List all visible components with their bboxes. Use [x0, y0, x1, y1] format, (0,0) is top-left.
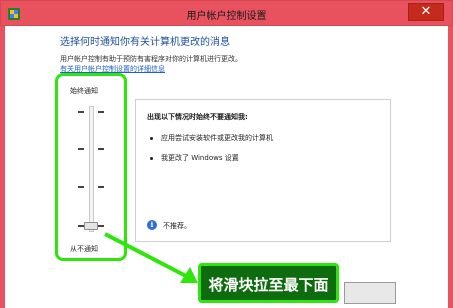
panel-title: 出现以下情况时始终不要通知我:: [147, 113, 248, 121]
window-title: 用户帐户控制设置: [186, 11, 267, 22]
window-border-right: [448, 26, 453, 308]
info-icon: i: [147, 220, 157, 230]
window-border-left: [0, 26, 5, 308]
setting-description-panel: 出现以下情况时始终不要通知我: 应用尝试安装软件或更改我的计算机 我更改了 Wi…: [135, 99, 391, 242]
panel-bullet-1: 应用尝试安装软件或更改我的计算机: [150, 133, 273, 143]
bullet-dot-icon: [150, 136, 153, 140]
bullet-text: 我更改了 Windows 设置: [161, 154, 239, 162]
bullet-text: 应用尝试安装软件或更改我的计算机: [161, 134, 273, 142]
slider-highlight-box: [55, 73, 127, 261]
page-heading: 选择何时通知你有关计算机更改的消息: [60, 37, 230, 48]
panel-bullet-2: 我更改了 Windows 设置: [150, 153, 239, 163]
not-recommended-text: 不推荐。: [163, 222, 191, 230]
ok-button[interactable]: [344, 282, 396, 304]
description-text: 用户帐户控制有助于预防有害程序对你的计算机进行更改。: [60, 55, 242, 63]
annotation-callout: 将滑块拉至最下面: [198, 263, 339, 303]
title-bar: 用户帐户控制设置 ✕: [0, 0, 453, 26]
bullet-dot-icon: [150, 156, 153, 160]
uac-settings-window: 用户帐户控制设置 ✕ 选择何时通知你有关计算机更改的消息 用户帐户控制有助于预防…: [0, 0, 453, 308]
annotation-text: 将滑块拉至最下面: [208, 276, 329, 294]
close-button[interactable]: ✕: [408, 3, 444, 21]
